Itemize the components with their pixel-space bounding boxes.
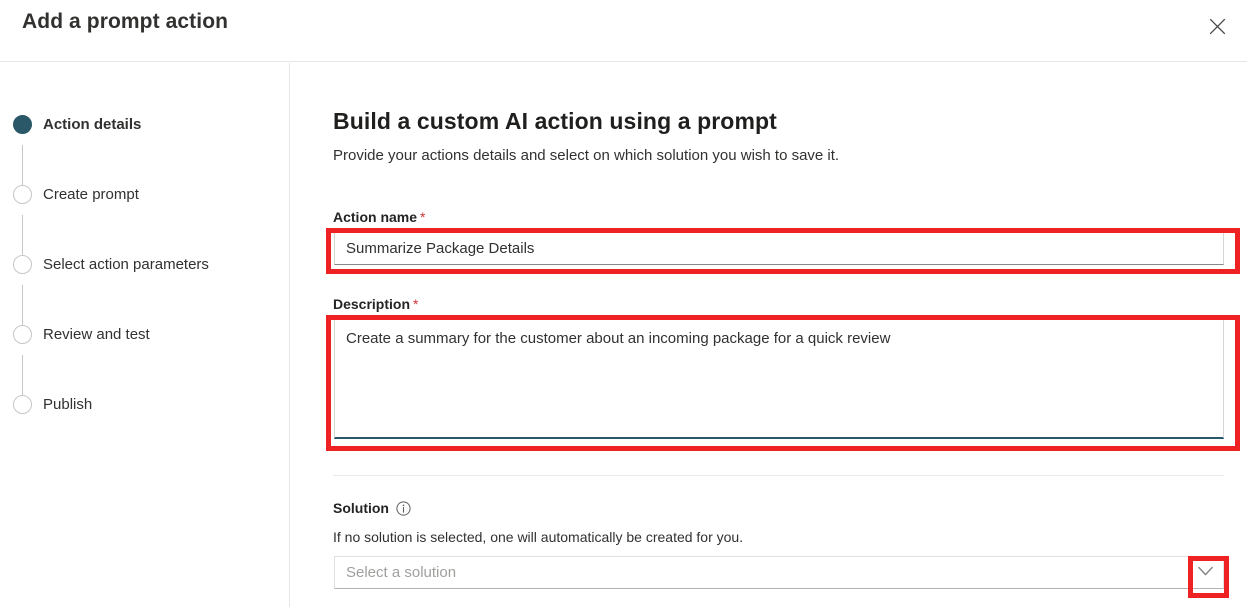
section-divider xyxy=(333,475,1224,476)
step-dot-icon xyxy=(13,324,32,344)
step-item-create-prompt[interactable]: Create prompt xyxy=(13,182,139,206)
required-marker: * xyxy=(413,296,419,312)
close-icon xyxy=(1209,18,1226,35)
step-item-publish[interactable]: Publish xyxy=(13,392,92,416)
action-name-label-text: Action name xyxy=(333,209,418,225)
step-item-action-details[interactable]: Action details xyxy=(13,112,141,136)
chevron-down-icon xyxy=(1197,564,1213,582)
dialog-header: Add a prompt action xyxy=(0,0,1247,62)
solution-dropdown-value: Select a solution xyxy=(346,564,457,581)
solution-dropdown[interactable]: Select a solution xyxy=(334,556,1224,589)
solution-hint: If no solution is selected, one will aut… xyxy=(333,529,744,545)
solution-label-text: Solution xyxy=(333,500,389,516)
solution-label: Solution xyxy=(333,500,411,516)
page-title: Build a custom AI action using a prompt xyxy=(333,108,777,134)
main-panel: Build a custom AI action using a prompt … xyxy=(291,63,1247,607)
step-dot-icon xyxy=(13,184,32,204)
step-label: Publish xyxy=(43,395,93,413)
page-subtitle: Provide your actions details and select … xyxy=(333,147,840,164)
action-name-label: Action name * xyxy=(333,209,425,225)
action-name-input[interactable] xyxy=(334,232,1224,265)
step-label: Action details xyxy=(43,115,142,133)
step-dot-icon xyxy=(13,114,32,134)
step-item-select-action-parameters[interactable]: Select action parameters xyxy=(13,252,209,276)
required-marker: * xyxy=(420,209,426,225)
step-label: Create prompt xyxy=(43,185,139,203)
step-dot-icon xyxy=(13,394,32,414)
description-label-text: Description xyxy=(333,296,411,312)
description-label: Description * xyxy=(333,296,418,312)
step-item-review-and-test[interactable]: Review and test xyxy=(13,322,150,346)
content-header: Build a custom AI action using a prompt … xyxy=(333,108,1213,164)
wizard-stepper: Action details Create prompt Select acti… xyxy=(0,63,290,607)
step-label: Select action parameters xyxy=(43,255,209,273)
solution-dropdown-chevron[interactable] xyxy=(1187,557,1223,588)
close-button[interactable] xyxy=(1199,8,1235,44)
info-icon[interactable] xyxy=(396,500,411,516)
step-dot-icon xyxy=(13,254,32,274)
step-label: Review and test xyxy=(43,325,150,343)
description-textarea[interactable] xyxy=(334,319,1224,439)
dialog-title: Add a prompt action xyxy=(22,10,229,33)
